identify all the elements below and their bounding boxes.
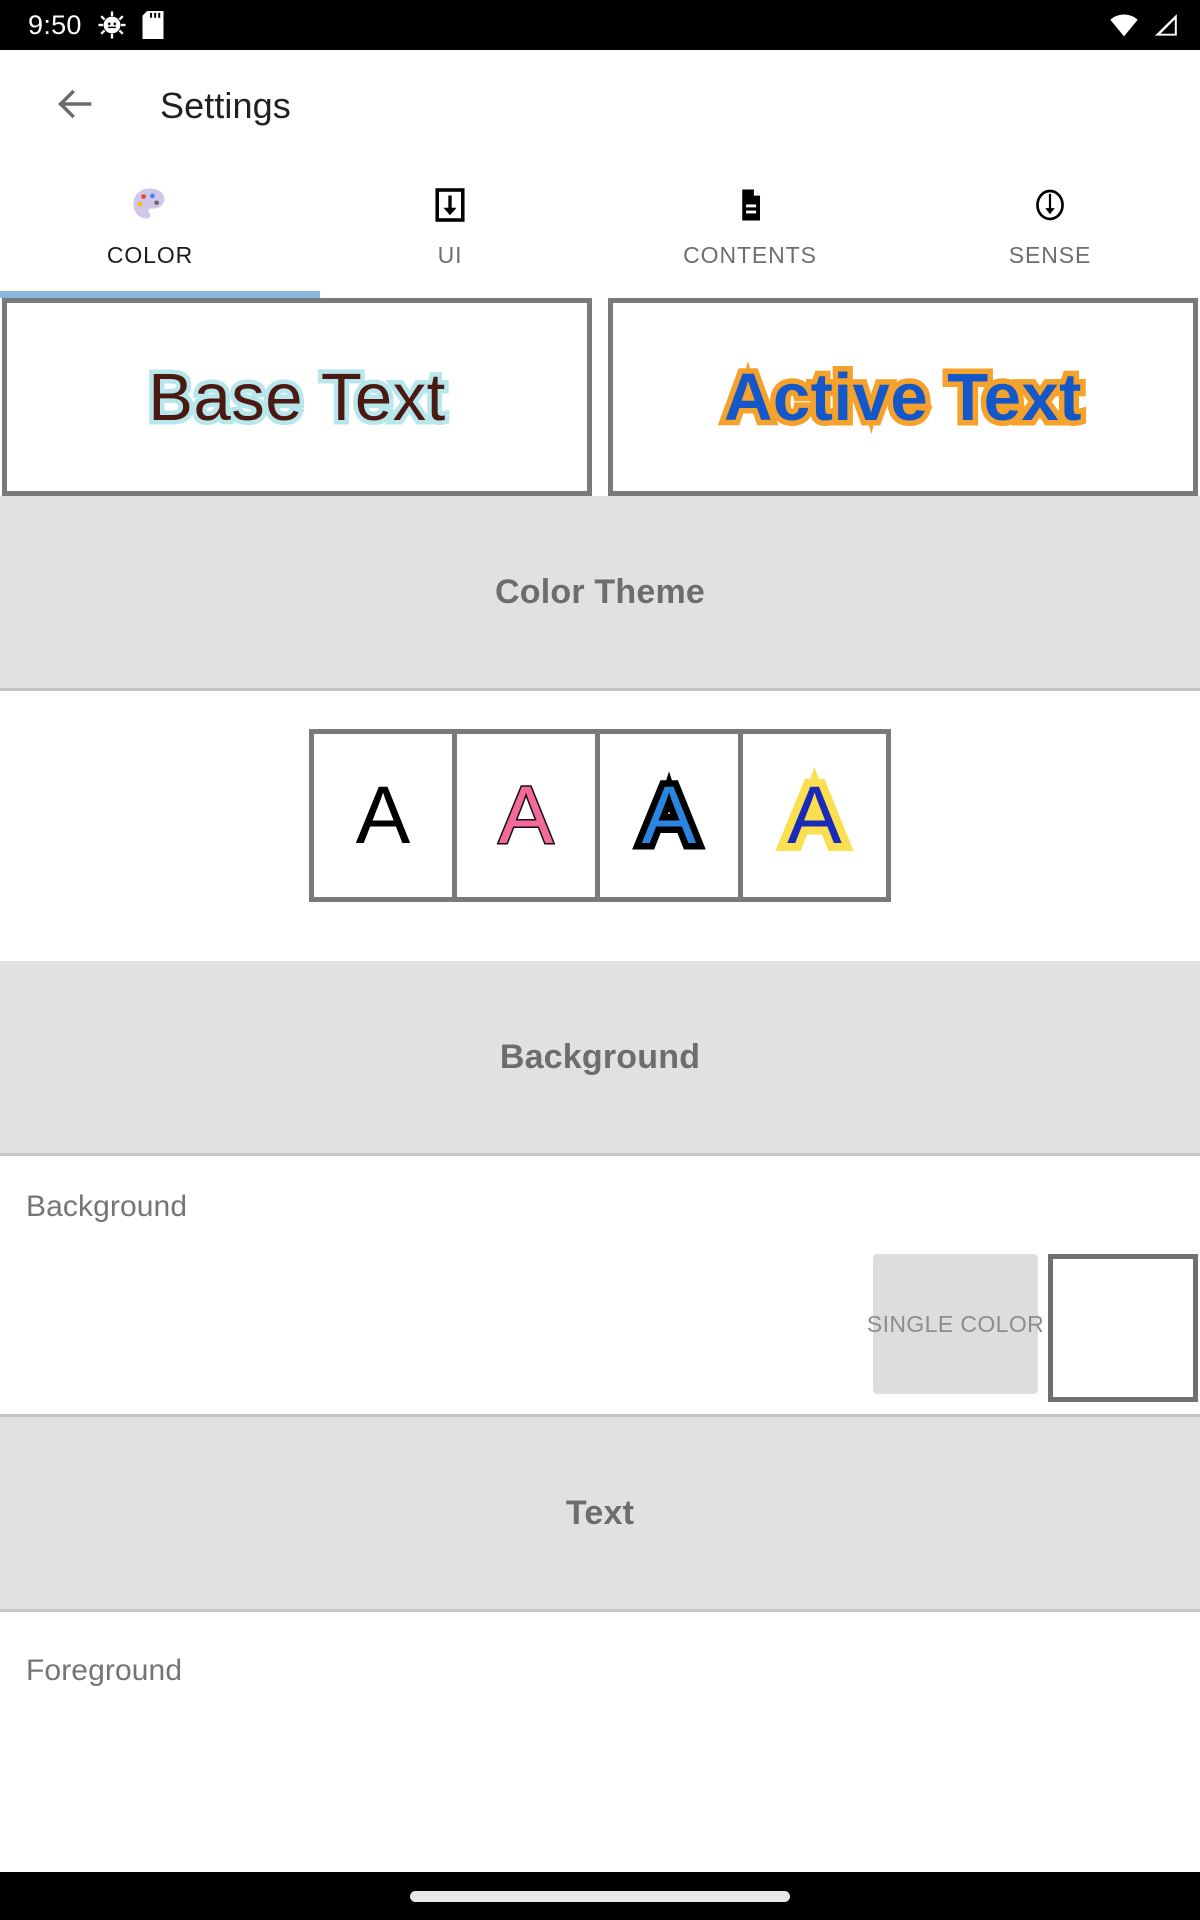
tab-bar: COLOR UI CONTENTS SENSE	[0, 162, 1200, 298]
color-theme-strip: A A A A	[309, 729, 891, 902]
color-theme-swatch-row: A A A A	[0, 729, 1200, 902]
foreground-setting-row[interactable]: Foreground	[0, 1612, 1200, 1872]
background-row-controls: SINGLE COLOR	[867, 1254, 1200, 1402]
tab-label-ui: UI	[437, 242, 463, 268]
active-text-sample: Active Text	[718, 358, 1087, 436]
background-setting-row[interactable]: Background SINGLE COLOR	[0, 1156, 1200, 1414]
page-title: Settings	[160, 85, 291, 126]
active-text-preview[interactable]: Active Text	[608, 298, 1198, 496]
tab-contents[interactable]: CONTENTS	[600, 162, 900, 298]
color-theme-swatch-area: A A A A	[0, 691, 1200, 961]
section-header-background: Background	[0, 961, 1200, 1153]
section-title-text: Text	[565, 1493, 635, 1532]
tab-color[interactable]: COLOR	[0, 162, 300, 298]
tab-label-contents: CONTENTS	[683, 242, 817, 268]
foreground-row-label: Foreground	[26, 1654, 183, 1687]
tab-sense[interactable]: SENSE	[900, 162, 1200, 298]
sd-card-icon	[142, 11, 164, 39]
tab-label-sense: SENSE	[1008, 242, 1092, 268]
tab-label-color: COLOR	[106, 242, 194, 268]
section-title-background: Background	[499, 1037, 701, 1076]
status-bar: 9:50	[0, 0, 1200, 50]
theme-swatch-blue-black[interactable]: A	[600, 734, 743, 897]
system-nav-bar	[0, 1872, 1200, 1920]
tab-ui[interactable]: UI	[300, 162, 600, 298]
back-button[interactable]	[44, 75, 106, 137]
home-gesture-pill[interactable]	[410, 1890, 790, 1902]
theme-swatch-letter: A	[497, 769, 555, 861]
theme-swatch-letter: A	[779, 766, 850, 864]
theme-swatch-blue-yellow[interactable]: A	[743, 734, 886, 897]
single-color-button-label: SINGLE COLOR	[866, 1310, 1045, 1337]
tab-active-indicator	[0, 291, 320, 298]
background-color-swatch-button[interactable]	[1048, 1254, 1198, 1402]
wifi-icon	[1109, 13, 1139, 37]
theme-swatch-pink[interactable]: A	[457, 734, 600, 897]
base-text-preview[interactable]: Base Text	[2, 298, 592, 496]
arrow-left-icon	[53, 82, 97, 131]
theme-swatch-black[interactable]: A	[314, 734, 457, 897]
preview-row: Base Text Active Text	[0, 298, 1200, 496]
section-header-text: Text	[0, 1417, 1200, 1609]
theme-swatch-letter: A	[635, 768, 703, 863]
app-bar: Settings	[0, 50, 1200, 162]
section-title-color-theme: Color Theme	[494, 572, 705, 611]
status-bar-left: 9:50	[28, 10, 164, 41]
arrow-down-circle-icon	[1030, 182, 1070, 228]
download-box-icon	[430, 182, 470, 228]
palette-icon	[130, 182, 170, 228]
section-header-color-theme: Color Theme	[0, 496, 1200, 688]
background-row-label: Background	[26, 1190, 188, 1223]
document-icon	[730, 182, 770, 228]
single-color-mode-button[interactable]: SINGLE COLOR	[867, 1254, 1044, 1394]
app-screen: 9:50 Settings COLOR UI CONTENTS SENSE Ba…	[0, 0, 1200, 1920]
cell-signal-icon	[1152, 13, 1178, 37]
status-clock: 9:50	[28, 9, 82, 40]
theme-swatch-letter: A	[355, 769, 411, 861]
android-gear-icon	[98, 11, 126, 39]
status-bar-right	[1109, 13, 1178, 37]
base-text-sample: Base Text	[144, 359, 450, 435]
